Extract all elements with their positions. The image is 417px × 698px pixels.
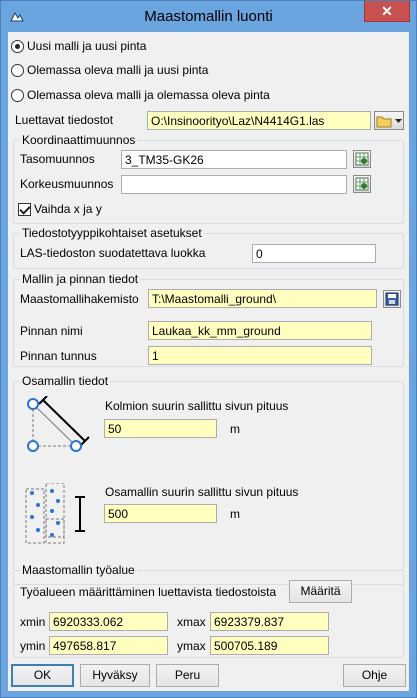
ymin-field[interactable]: 497658.817 — [49, 636, 168, 655]
define-area-button[interactable]: Määritä — [289, 580, 352, 603]
radio-icon[interactable] — [11, 63, 24, 77]
floppy-save-icon — [385, 292, 399, 306]
surface-name-field[interactable]: Laukaa_kk_mm_ground — [148, 321, 372, 340]
coordinate-transform-group: Koordinaattimuunnos Tasomuunnos 3_TM35-G… — [13, 133, 404, 224]
ymin-label: ymin — [20, 639, 46, 653]
help-button[interactable]: Ohje — [343, 664, 406, 687]
triangle-unit: m — [230, 422, 240, 436]
ok-button[interactable]: OK — [11, 664, 74, 687]
model-surface-group: Mallin ja pinnan tiedot Maastomallihakem… — [13, 272, 404, 367]
xmin-label: xmin — [20, 615, 46, 629]
radio-icon[interactable] — [11, 88, 24, 102]
las-filter-label: LAS-tiedoston suodatettava luokka — [20, 246, 206, 260]
submodel-group: Osamallin tiedot Kolmion suurin sallittu… — [13, 374, 404, 585]
swap-xy-checkbox[interactable]: Vaihda x ja y — [18, 202, 102, 216]
close-button[interactable]: ✕ — [364, 1, 410, 22]
planar-transform-label: Tasomuunnos — [20, 152, 95, 166]
planar-transform-field[interactable]: 3_TM35-GK26 — [121, 150, 347, 169]
mode-option-label: Olemassa oleva malli ja uusi pinta — [27, 63, 209, 77]
cancel-button[interactable]: Peru — [156, 664, 219, 687]
model-dir-browse-button[interactable] — [383, 290, 401, 308]
triangle-diagram-icon — [27, 396, 90, 452]
swap-xy-label: Vaihda x ja y — [34, 202, 102, 216]
group-title: Tiedostotyyppikohtaiset asetukset — [20, 226, 204, 240]
radio-icon[interactable] — [11, 39, 24, 53]
planar-transform-select-button[interactable] — [353, 150, 371, 168]
xmax-label: xmax — [177, 615, 206, 629]
ymax-label: ymax — [177, 639, 206, 653]
model-dir-field[interactable]: T:\Maastomalli_ground\ — [148, 289, 377, 308]
work-area-define-label: Työalueen määrittäminen luettavista tied… — [20, 585, 277, 599]
height-transform-label: Korkeusmuunnos — [20, 177, 114, 191]
triangle-length-label: Kolmion suurin sallittu sivun pituus — [105, 399, 289, 413]
checkbox-icon[interactable] — [18, 202, 31, 216]
filetype-settings-group: Tiedostotyyppikohtaiset asetukset LAS-ti… — [13, 226, 404, 269]
grid-select-icon — [355, 177, 369, 191]
model-dir-label: Maastomallihakemisto — [20, 292, 139, 306]
group-title: Koordinaattimuunnos — [20, 133, 138, 147]
input-files-label: Luettavat tiedostot — [15, 113, 114, 127]
dialog-body: Uusi malli ja uusi pinta Olemassa oleva … — [8, 32, 409, 691]
group-title: Osamallin tiedot — [20, 374, 111, 388]
accept-button[interactable]: Hyväksy — [80, 664, 150, 687]
grid-select-icon — [355, 152, 369, 166]
work-area-group: Maastomallin työalue Työalueen määrittäm… — [13, 563, 404, 658]
folder-dropdown-button[interactable] — [374, 111, 404, 130]
mode-option-existing-model[interactable]: Olemassa oleva malli ja uusi pinta — [11, 62, 208, 78]
dialog-window: Maastomallin luonti ✕ Uusi malli ja uusi… — [0, 0, 417, 698]
ymax-field[interactable]: 500705.189 — [210, 636, 329, 655]
height-transform-field[interactable] — [121, 175, 347, 194]
group-title: Maastomallin työalue — [20, 563, 137, 577]
folder-icon — [376, 116, 402, 128]
surface-name-label: Pinnan nimi — [20, 324, 83, 338]
group-title: Mallin ja pinnan tiedot — [20, 272, 141, 286]
mode-option-label: Olemassa oleva malli ja olemassa oleva p… — [27, 88, 270, 102]
submodel-length-label: Osamallin suurin sallittu sivun pituus — [105, 485, 299, 499]
submodel-unit: m — [230, 507, 240, 521]
submodel-length-field[interactable]: 500 — [104, 504, 217, 523]
mode-option-label: Uusi malli ja uusi pinta — [27, 39, 147, 53]
mode-option-new[interactable]: Uusi malli ja uusi pinta — [11, 38, 146, 54]
title-bar[interactable]: Maastomallin luonti ✕ — [1, 1, 416, 33]
surface-id-label: Pinnan tunnus — [20, 349, 97, 363]
surface-id-field[interactable]: 1 — [148, 346, 372, 365]
triangle-length-field[interactable]: 50 — [104, 419, 217, 438]
xmin-field[interactable]: 6920333.062 — [49, 612, 168, 631]
xmax-field[interactable]: 6923379.837 — [210, 612, 329, 631]
las-filter-field[interactable]: 0 — [252, 244, 376, 263]
mode-option-existing-both[interactable]: Olemassa oleva malli ja olemassa oleva p… — [11, 87, 270, 103]
input-files-field[interactable]: O:\Insinoorityo\Laz\N4414G1.las — [147, 111, 371, 130]
height-transform-select-button[interactable] — [353, 175, 371, 193]
submodel-grid-diagram-icon — [25, 483, 85, 544]
window-title: Maastomallin luonti — [144, 8, 273, 25]
